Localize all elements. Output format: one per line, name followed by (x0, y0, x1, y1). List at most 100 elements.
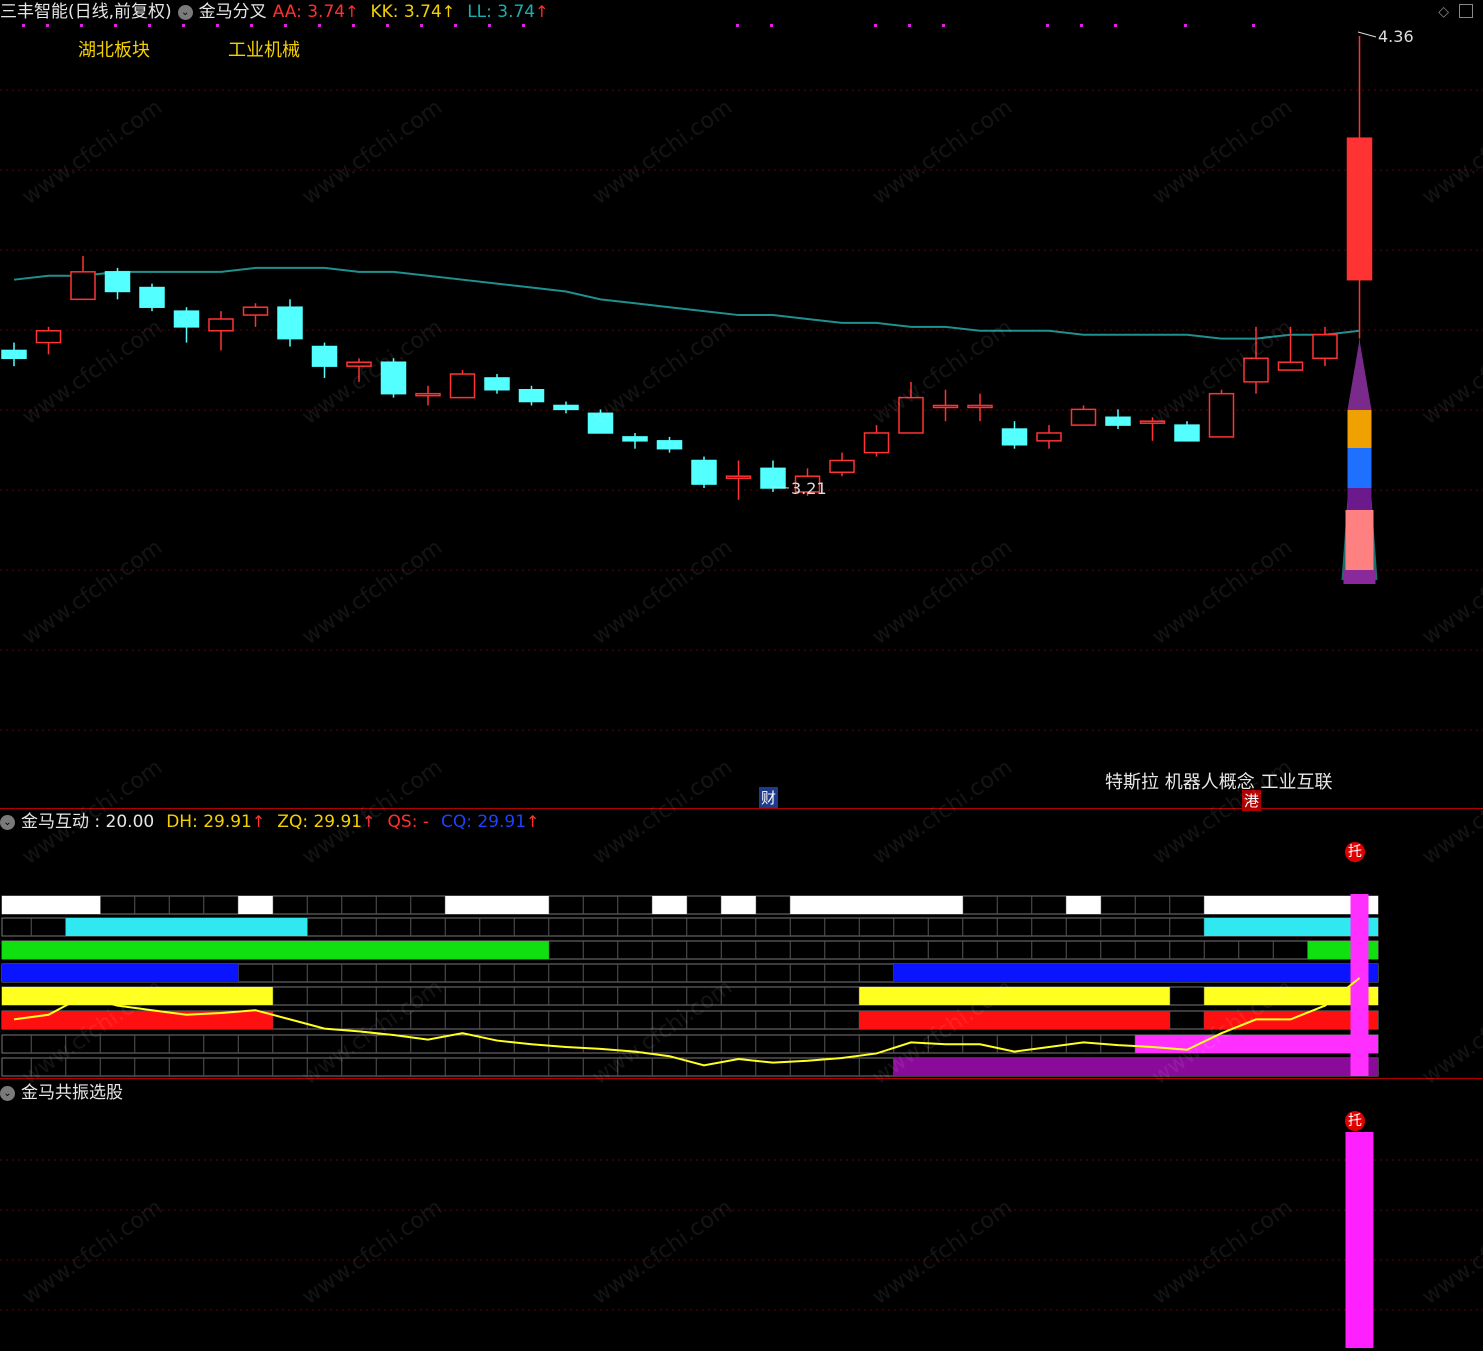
concept-tags[interactable]: 特斯拉 机器人概念 工业互联 (1105, 768, 1332, 794)
candle (1312, 326, 1338, 367)
candle (863, 425, 890, 457)
signal-dot (250, 24, 253, 27)
candle (518, 385, 545, 406)
candle (1105, 409, 1131, 430)
signal-dot (318, 24, 321, 27)
candle-body (1312, 333, 1338, 360)
strip-segment (2, 964, 239, 982)
candle-body (1001, 428, 1028, 446)
strip-segment (2, 941, 549, 959)
signal-dot (216, 24, 219, 27)
candle (1036, 425, 1062, 449)
candle-body (484, 377, 510, 391)
candle-body (1070, 408, 1097, 426)
signal-bar (1350, 894, 1369, 1076)
strip-segment (893, 964, 1378, 982)
candle (967, 393, 993, 422)
candle-body (518, 388, 545, 403)
signal-bar (1345, 1132, 1374, 1348)
candle (208, 311, 234, 351)
candle (1174, 421, 1200, 442)
candle-body (760, 467, 786, 489)
strip-segment (893, 1058, 1378, 1076)
signal-dot (942, 24, 945, 27)
candle-body (277, 306, 303, 340)
candle-body (553, 404, 579, 411)
candle (622, 432, 648, 449)
candle (139, 283, 165, 312)
candle-body (311, 345, 338, 367)
candle-body (829, 459, 855, 474)
candle (484, 374, 510, 394)
candle (173, 307, 200, 343)
candle-body (967, 404, 993, 409)
signal-dot (420, 24, 423, 27)
signal-dot (1046, 24, 1049, 27)
candle (311, 342, 338, 378)
candle (449, 370, 476, 399)
signal-dot (352, 24, 355, 27)
signal-dot (736, 24, 739, 27)
candle-body (139, 286, 165, 308)
candle (35, 326, 62, 355)
signal-dot (454, 24, 457, 27)
candle-body (173, 310, 200, 328)
candle-body (1105, 416, 1131, 426)
pointer-line (1357, 31, 1377, 38)
gauge-segment (1343, 570, 1376, 584)
candle-body (208, 318, 234, 332)
gauge-segment (1347, 340, 1372, 410)
high-price-label: 4.36 (1378, 27, 1414, 46)
candle (70, 256, 96, 301)
strip-segment (721, 896, 756, 914)
signal-dot (908, 24, 911, 27)
signal-dot (522, 24, 525, 27)
signal-dot (22, 24, 25, 27)
strip-segment (65, 918, 308, 936)
candle-body (1277, 361, 1304, 371)
candle (691, 456, 717, 488)
strip-segment (445, 896, 549, 914)
signal-dot (488, 24, 491, 27)
signal-dot (284, 24, 287, 27)
candle-body (449, 373, 476, 399)
candle-body (1346, 137, 1373, 281)
candle (277, 299, 303, 347)
candle-body (35, 330, 62, 344)
signal-dot (46, 24, 49, 27)
candle (1208, 389, 1235, 438)
signal-dot (1252, 24, 1255, 27)
candle-body (1, 349, 27, 360)
gauge-segment (1347, 488, 1372, 510)
finance-marker[interactable]: 财 (759, 787, 779, 808)
candle-body (415, 392, 441, 397)
candle-body (1208, 392, 1235, 438)
strip-segment (2, 896, 101, 914)
panel-divider (0, 1078, 1483, 1079)
candle (932, 389, 959, 422)
candle-body (691, 459, 717, 485)
candle-body (1036, 432, 1062, 442)
candle-body (242, 306, 269, 316)
signal-dot (80, 24, 83, 27)
candle-body (104, 271, 131, 293)
signal-dot (770, 24, 773, 27)
candle (656, 436, 683, 453)
candle-body (863, 432, 890, 454)
signal-dot (1114, 24, 1117, 27)
signal-dot (182, 24, 185, 27)
strip-segment (859, 1011, 1170, 1029)
gauge-segment (1347, 410, 1372, 448)
candle (553, 401, 579, 414)
signal-dot (148, 24, 151, 27)
candle-body (1174, 424, 1200, 442)
strip-segment (1066, 896, 1101, 914)
strip-segment (1135, 1035, 1378, 1053)
candle-body (932, 404, 959, 409)
strip-segment (238, 896, 273, 914)
interaction-chart[interactable] (0, 808, 1483, 1078)
gauge-segment (1347, 448, 1372, 488)
candle (1, 342, 27, 367)
low-price-label: 3.21 (791, 479, 827, 498)
candle (415, 385, 441, 406)
